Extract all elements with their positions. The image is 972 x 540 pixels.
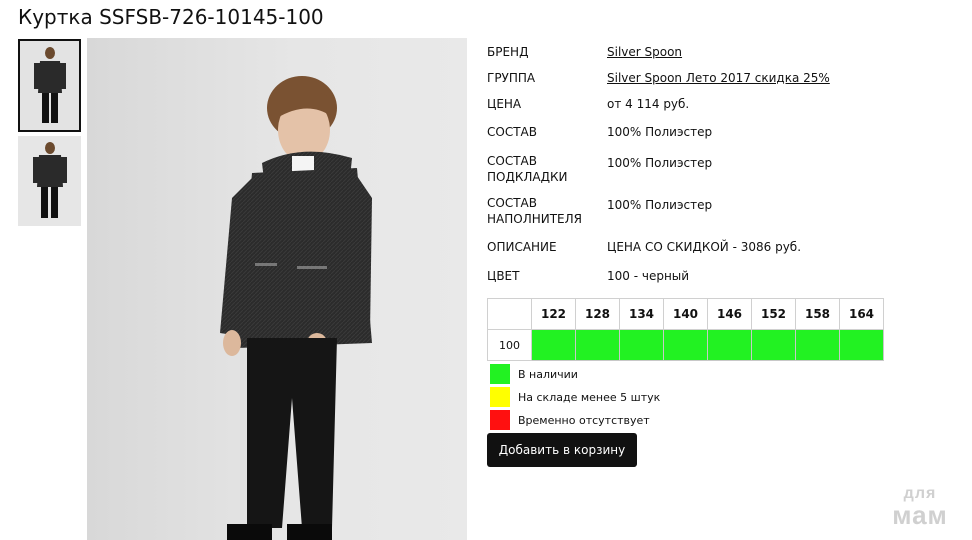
- size-cell-152[interactable]: [751, 329, 796, 361]
- jacket-back-image: [19, 137, 80, 225]
- size-cell-146[interactable]: [707, 329, 752, 361]
- filler-label: СОСТАВ НАПОЛНИТЕЛЯ: [487, 195, 597, 227]
- group-label: ГРУППА: [487, 71, 536, 85]
- color-label: ЦВЕТ: [487, 269, 520, 283]
- legend-in-stock-text: В наличии: [518, 367, 578, 381]
- description-value: ЦЕНА СО СКИДКОЙ - 3086 руб.: [607, 240, 802, 254]
- size-header-128: 128: [575, 298, 620, 330]
- filler-label-line2: НАПОЛНИТЕЛЯ: [487, 212, 582, 226]
- group-link[interactable]: Silver Spoon Лето 2017 скидка 25%: [607, 70, 830, 86]
- size-header-140: 140: [663, 298, 708, 330]
- size-header-158: 158: [795, 298, 840, 330]
- size-header-164: 164: [839, 298, 884, 330]
- size-header-122: 122: [531, 298, 576, 330]
- watermark-logo: для мам: [880, 486, 960, 530]
- description-label: ОПИСАНИЕ: [487, 240, 557, 254]
- size-header-152: 152: [751, 298, 796, 330]
- size-stock-row: 100: [487, 329, 884, 361]
- add-to-cart-button[interactable]: Добавить в корзину: [487, 433, 637, 467]
- size-cell-158[interactable]: [795, 329, 840, 361]
- composition-value: 100% Полиэстер: [607, 125, 713, 139]
- yellow-swatch: [490, 387, 510, 407]
- color-code-cell: 100: [487, 329, 532, 361]
- thumbnail-front-view[interactable]: [18, 39, 81, 132]
- size-header-134: 134: [619, 298, 664, 330]
- color-value: 100 - черный: [607, 269, 690, 283]
- green-swatch: [490, 364, 510, 384]
- red-swatch: [490, 410, 510, 430]
- legend-out-of-stock: Временно отсутствует: [490, 410, 650, 430]
- size-header-row: 122 128 134 140 146 152 158 164: [487, 298, 884, 330]
- thumbnail-back-view[interactable]: [18, 136, 81, 226]
- legend-low-stock-text: На складе менее 5 штук: [518, 390, 661, 404]
- filler-label-line1: СОСТАВ: [487, 196, 537, 210]
- watermark-line2: мам: [892, 500, 948, 530]
- brand-label: БРЕНД: [487, 45, 529, 59]
- product-main-photo: [87, 38, 467, 540]
- table-corner-cell: [487, 298, 532, 330]
- size-availability-table: 122 128 134 140 146 152 158 164 100: [487, 298, 884, 361]
- lining-label-line1: СОСТАВ: [487, 154, 537, 168]
- brand-link[interactable]: Silver Spoon: [607, 44, 682, 60]
- lining-label-line2: ПОДКЛАДКИ: [487, 170, 568, 184]
- composition-label: СОСТАВ: [487, 125, 537, 139]
- legend-out-of-stock-text: Временно отсутствует: [518, 413, 650, 427]
- price-value: от 4 114 руб.: [607, 97, 690, 111]
- size-cell-128[interactable]: [575, 329, 620, 361]
- page-title: Куртка SSFSB-726-10145-100: [18, 5, 324, 29]
- size-cell-140[interactable]: [663, 329, 708, 361]
- size-cell-134[interactable]: [619, 329, 664, 361]
- size-cell-122[interactable]: [531, 329, 576, 361]
- legend-low-stock: На складе менее 5 штук: [490, 387, 660, 407]
- jacket-front-image: [20, 41, 79, 130]
- lining-value: 100% Полиэстер: [607, 156, 713, 170]
- size-header-146: 146: [707, 298, 752, 330]
- size-cell-164[interactable]: [839, 329, 884, 361]
- legend-in-stock: В наличии: [490, 364, 578, 384]
- price-label: ЦЕНА: [487, 97, 522, 111]
- boy-in-jacket-image: [220, 76, 372, 540]
- lining-label: СОСТАВ ПОДКЛАДКИ: [487, 153, 597, 185]
- filler-value: 100% Полиэстер: [607, 198, 713, 212]
